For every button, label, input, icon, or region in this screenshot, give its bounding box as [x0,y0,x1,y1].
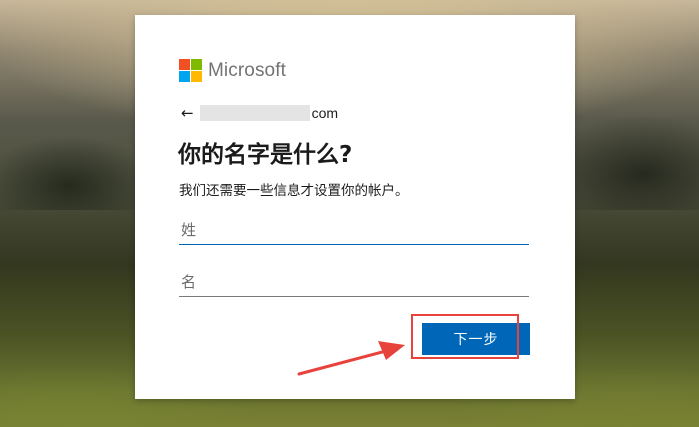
brand-name: Microsoft [208,59,286,81]
next-button[interactable]: 下一步 [422,323,530,355]
masked-email [199,105,310,121]
first-name-field [179,267,529,297]
identity-banner: ← com [181,103,338,123]
email-suffix: com [311,105,339,121]
back-arrow-icon[interactable]: ← [181,104,194,122]
first-name-input[interactable] [179,267,529,297]
signup-card: Microsoft ← com 你的名字是什么? 我们还需要一些信息才设置你的帐… [135,15,575,399]
microsoft-logo-icon [179,59,202,82]
last-name-field [179,215,529,245]
microsoft-logo: Microsoft [179,59,286,82]
last-name-input[interactable] [179,215,529,245]
page-subtitle: 我们还需要一些信息才设置你的帐户。 [179,183,409,199]
page-title: 你的名字是什么? [178,142,353,168]
